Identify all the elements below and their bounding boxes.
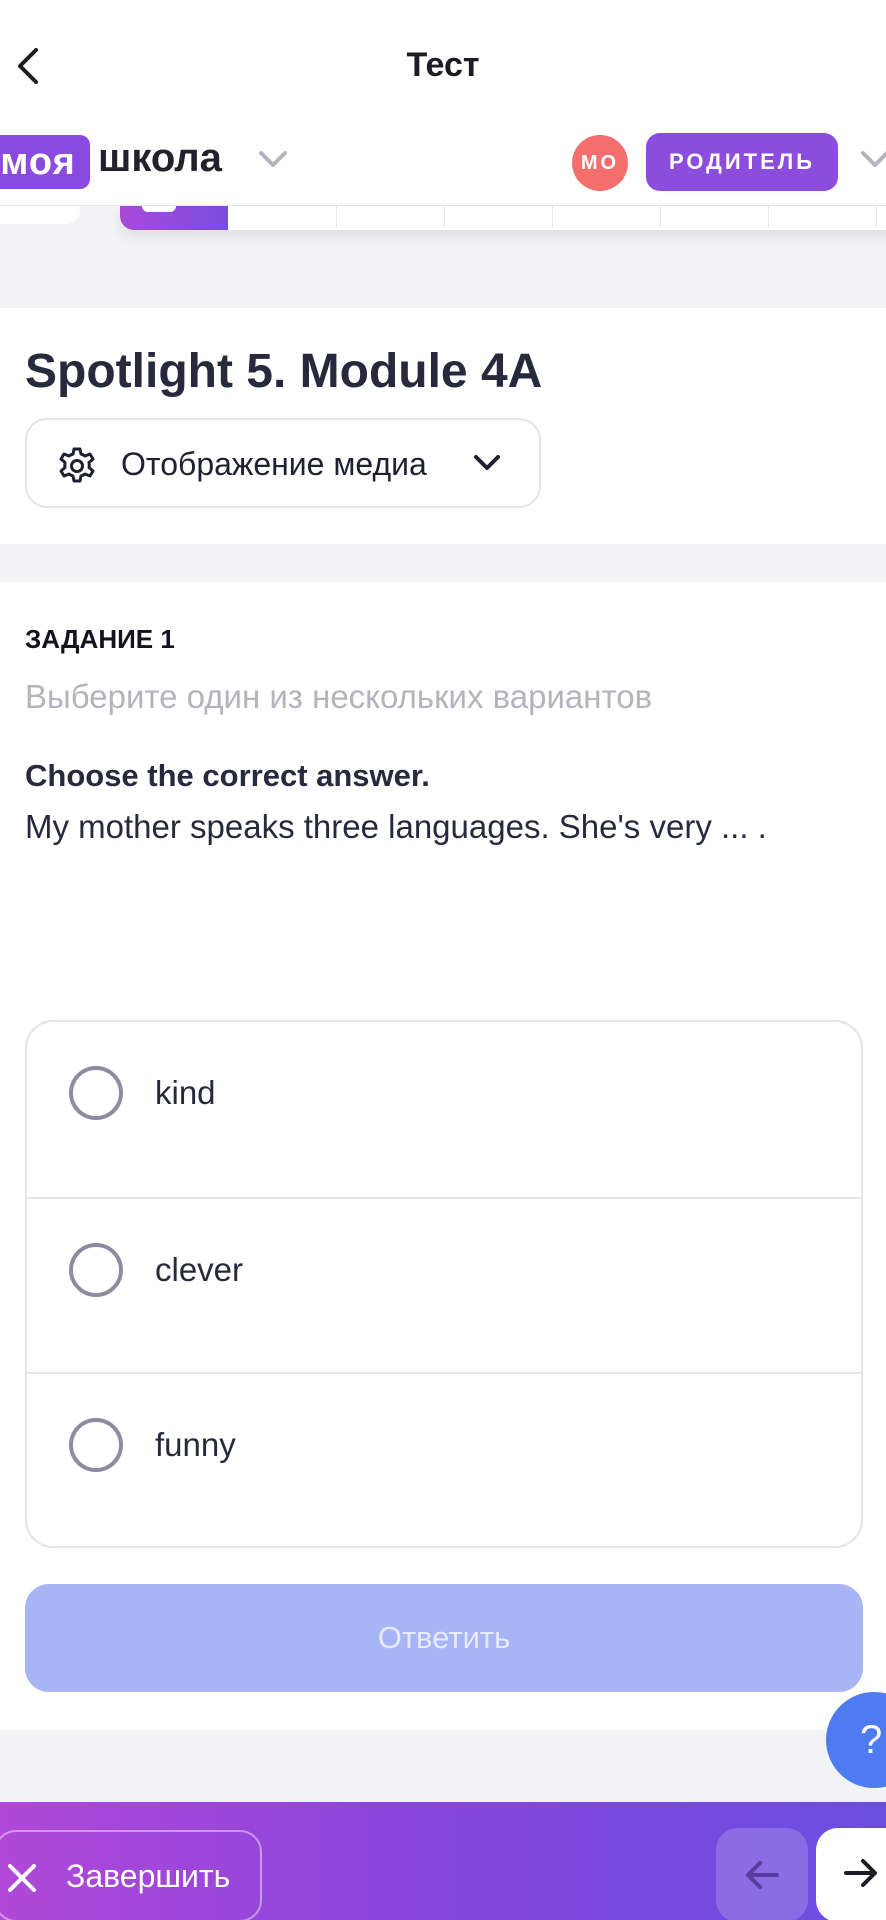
avatar[interactable]: МО <box>572 135 628 191</box>
media-display-label: Отображение медиа <box>121 446 427 482</box>
strip-divider <box>876 206 877 228</box>
answer-option-label: kind <box>155 1074 216 1111</box>
question-title: Choose the correct answer. <box>25 758 430 793</box>
chevron-down-icon <box>474 455 500 470</box>
top-bar: Тест <box>0 0 886 134</box>
answer-option-label: clever <box>155 1251 244 1288</box>
page-title: Тест <box>406 46 480 84</box>
answer-option[interactable]: kind <box>27 1022 861 1197</box>
answer-option[interactable]: clever <box>27 1197 861 1372</box>
chevron-down-icon[interactable] <box>258 150 288 168</box>
gear-icon <box>59 447 95 483</box>
next-button[interactable] <box>816 1828 886 1920</box>
radio-button[interactable] <box>69 1066 123 1120</box>
arrow-left-icon <box>746 1861 779 1889</box>
strip-divider <box>552 206 553 228</box>
media-display-dropdown[interactable]: Отображение медиа <box>25 418 541 508</box>
answer-options: kind clever funny <box>25 1020 863 1548</box>
logo-text[interactable]: школа <box>98 136 222 181</box>
arrow-right-icon <box>844 1859 877 1887</box>
strip-divider <box>660 206 661 228</box>
task-hint: Выберите один из нескольких вариантов <box>25 678 653 715</box>
close-icon <box>8 1864 36 1892</box>
task-number: ЗАДАНИЕ 1 <box>25 624 175 654</box>
strip-notch <box>142 206 176 212</box>
test-title: Spotlight 5. Module 4A <box>25 345 543 398</box>
strip-divider <box>444 206 445 228</box>
logo-badge[interactable]: моя <box>0 135 90 189</box>
finish-label: Завершить <box>66 1858 231 1894</box>
radio-button[interactable] <box>69 1243 123 1297</box>
answer-option[interactable]: funny <box>27 1372 861 1546</box>
strip-divider <box>768 206 769 228</box>
chevron-down-icon[interactable] <box>860 150 886 168</box>
bottom-bar: Завершить <box>0 1802 886 1920</box>
task-card: ЗАДАНИЕ 1 Выберите один из нескольких ва… <box>0 582 886 1730</box>
role-button[interactable]: РОДИТЕЛЬ <box>646 133 838 191</box>
strip-cell[interactable] <box>0 206 80 224</box>
strip-divider <box>336 206 337 228</box>
submit-answer-button[interactable]: Ответить <box>25 1584 863 1692</box>
question-strip <box>0 206 886 230</box>
radio-button[interactable] <box>69 1418 123 1472</box>
school-header: моя школа МО РОДИТЕЛЬ <box>0 120 886 206</box>
answer-option-label: funny <box>155 1426 236 1463</box>
strip-cell-active[interactable] <box>120 206 228 230</box>
test-header-card: Spotlight 5. Module 4A Отображение медиа <box>0 308 886 544</box>
previous-button[interactable] <box>716 1828 808 1920</box>
strip-background <box>120 206 886 230</box>
question-text: My mother speaks three languages. She's … <box>25 808 767 845</box>
finish-button[interactable]: Завершить <box>0 1830 262 1920</box>
